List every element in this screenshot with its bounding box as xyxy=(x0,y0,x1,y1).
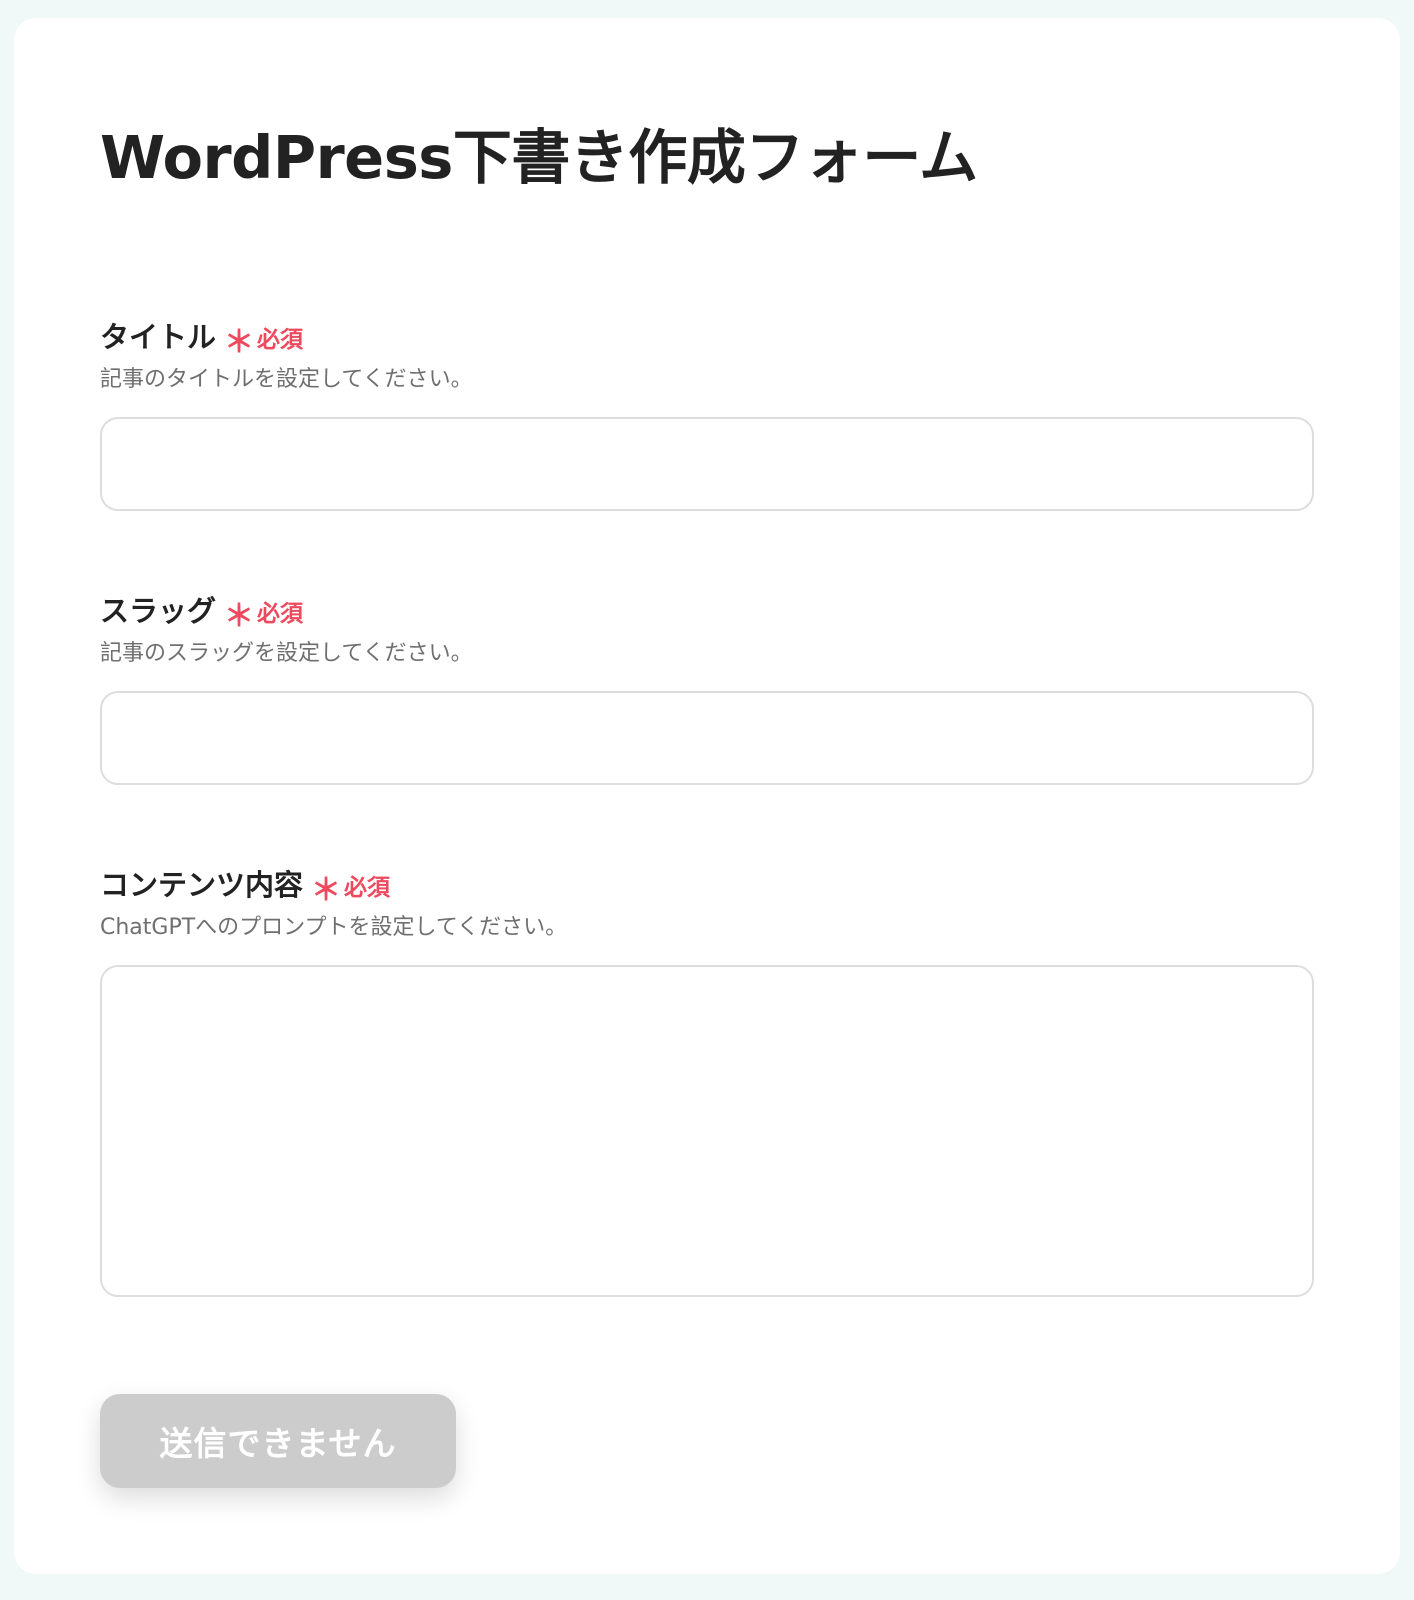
slug-input[interactable] xyxy=(100,691,1314,785)
title-label: タイトル xyxy=(100,320,217,354)
title-input[interactable] xyxy=(100,417,1314,511)
content-label: コンテンツ内容 xyxy=(100,868,304,902)
required-badge: 必須 xyxy=(344,875,391,901)
required-asterisk-icon: ＊ xyxy=(224,325,255,360)
title-label-row: タイトル ＊ 必須 xyxy=(100,312,1314,360)
slug-label-row: スラッグ ＊ 必須 xyxy=(100,586,1314,634)
content-field-group: コンテンツ内容 ＊ 必須 ChatGPTへのプロンプトを設定してください。 xyxy=(100,860,1314,1297)
required-asterisk-icon: ＊ xyxy=(311,873,342,908)
form-card: WordPress下書き作成フォーム タイトル ＊ 必須 記事のタイトルを設定し… xyxy=(14,18,1400,1574)
slug-description: 記事のスラッグを設定してください。 xyxy=(100,641,473,666)
submit-button[interactable]: 送信できません xyxy=(100,1394,456,1488)
form-title: WordPress下書き作成フォーム xyxy=(100,123,978,192)
content-description: ChatGPTへのプロンプトを設定してください。 xyxy=(100,915,568,940)
required-badge: 必須 xyxy=(257,327,304,353)
required-asterisk-icon: ＊ xyxy=(224,599,255,634)
title-field-group: タイトル ＊ 必須 記事のタイトルを設定してください。 xyxy=(100,312,1314,511)
content-textarea[interactable] xyxy=(100,965,1314,1297)
slug-label: スラッグ xyxy=(100,594,217,628)
slug-field-group: スラッグ ＊ 必須 記事のスラッグを設定してください。 xyxy=(100,586,1314,785)
content-label-row: コンテンツ内容 ＊ 必須 xyxy=(100,860,1314,908)
required-badge: 必須 xyxy=(257,601,304,627)
title-description: 記事のタイトルを設定してください。 xyxy=(100,367,473,392)
